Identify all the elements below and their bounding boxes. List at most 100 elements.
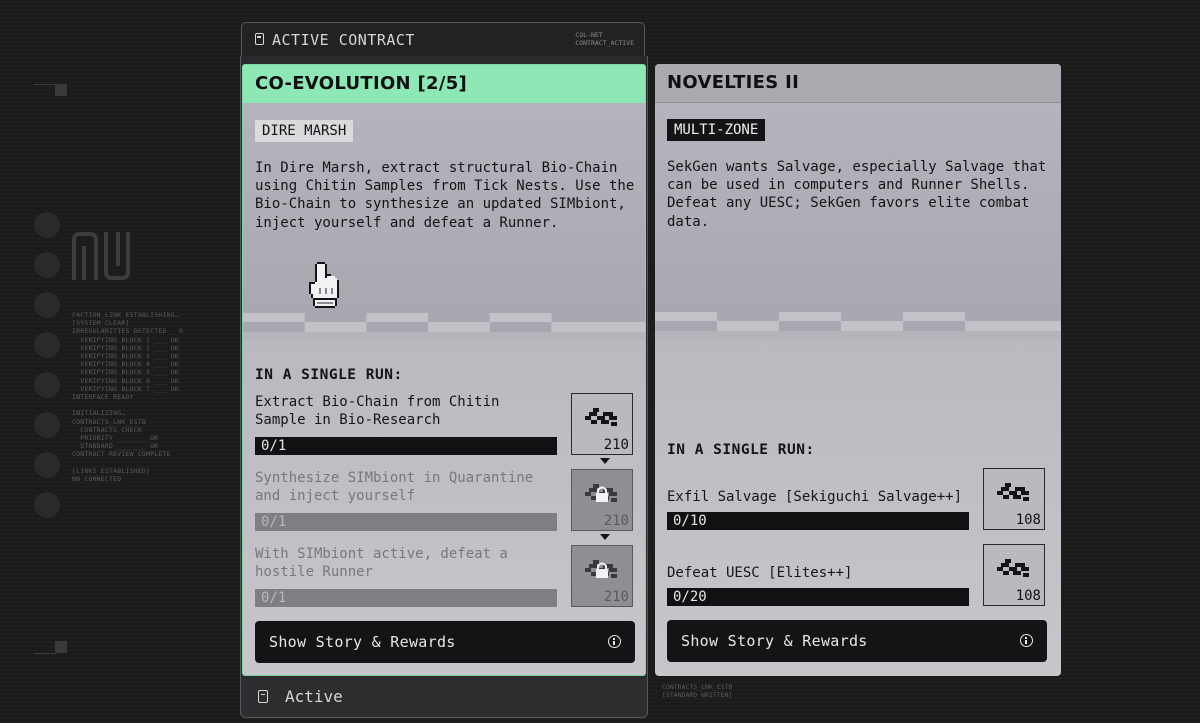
decor-square (55, 641, 67, 653)
reward-value: 210 (603, 589, 629, 605)
contract-description: In Dire Marsh, extract structural Bio-Ch… (255, 160, 635, 231)
task-label: Synthesize SIMbiont in Quarantine and in… (255, 470, 534, 504)
reward-chip-icon (997, 483, 1029, 501)
system-log-line: INITIALIZING… (72, 409, 126, 418)
task-row: Extract Bio-Chain from Chitin Sample in … (255, 393, 633, 455)
task-label: With SIMbiont active, defeat a hostile R… (255, 546, 508, 580)
system-log-line: VERIFYING BLOCK 2 ___ OK (72, 343, 179, 352)
decor-line (34, 84, 56, 85)
system-log-line: VERIFYING BLOCK 3 ___ OK (72, 352, 179, 361)
system-log-line: PRIORITY _______ OK (72, 434, 159, 443)
info-icon (608, 635, 621, 648)
decor-dot (34, 412, 60, 438)
task-progress: 0/10 (667, 512, 969, 530)
lock-icon (596, 562, 608, 578)
task-row: With SIMbiont active, defeat a hostile R… (255, 545, 633, 607)
card-header: NOVELTIES II (655, 64, 1061, 103)
contract-title: NOVELTIES II (667, 72, 800, 93)
arrow-down-icon (600, 458, 610, 464)
decor-dot (34, 292, 60, 318)
active-contract-title: ACTIVE CONTRACT (272, 31, 415, 49)
reward-chip-icon (585, 560, 617, 578)
reward-chip-icon (585, 408, 617, 426)
show-story-rewards-button[interactable]: Show Story & Rewards (667, 620, 1047, 662)
decor-dot (34, 452, 60, 478)
decor-dot (34, 332, 60, 358)
task-label: Extract Bio-Chain from Chitin Sample in … (255, 394, 500, 428)
system-log-line: VERIFYING BLOCK 7 ___ OK (72, 384, 179, 393)
show-story-rewards-button[interactable]: Show Story & Rewards (255, 621, 635, 663)
decor-dot (34, 212, 60, 238)
task-progress: 0/20 (667, 588, 969, 606)
contract-card-novelties[interactable]: NOVELTIES II MULTI-ZONE SekGen wants Sal… (655, 64, 1061, 676)
task-label: Exfil Salvage [Sekiguchi Salvage++] (667, 489, 963, 505)
system-log-line: IRREGULARITIES DETECTED _ 0 (72, 327, 184, 336)
reward-value: 210 (603, 513, 629, 529)
system-log-line: [SYSTEM CLEAR] (72, 319, 130, 328)
footer-line: [STANDARD WRITTEN] (662, 691, 733, 699)
footer-status-text: CONTRACTS_LNK_ESTB [STANDARD WRITTEN] (662, 683, 732, 699)
lock-icon (596, 486, 608, 502)
decor-square (55, 84, 67, 96)
section-label: IN A SINGLE RUN: (255, 367, 403, 383)
pixel-divider (655, 312, 1061, 340)
reward-value: 210 (603, 437, 629, 453)
contract-doc-icon (258, 690, 268, 703)
section-label: IN A SINGLE RUN: (667, 442, 815, 458)
system-log-line: CONTRACTS_LNK_ESTB (72, 417, 147, 426)
hand-cursor-icon (309, 262, 339, 308)
reward-box-locked[interactable]: 210 (571, 469, 633, 531)
system-log-line (72, 459, 183, 467)
system-log-line: [LINKS ESTABLISHED] (72, 466, 151, 475)
task-row: Defeat UESC [Elites++] 0/20 108 (667, 544, 1045, 606)
system-log-line: NN CONNECTED (72, 475, 122, 484)
system-log-line: CONTRACT REVIEW COMPLETE (72, 450, 171, 459)
zone-tag: MULTI-ZONE (667, 119, 766, 141)
task-row: Exfil Salvage [Sekiguchi Salvage++] 0/10… (667, 468, 1045, 530)
button-label: Show Story & Rewards (269, 633, 456, 651)
system-log-line: STANDARD _______ OK (72, 442, 159, 451)
system-log-line: CONTRACTS CHECK (72, 425, 142, 434)
button-label: Show Story & Rewards (681, 632, 868, 650)
system-log-line: VERIFYING BLOCK 6 ___ OK (72, 376, 179, 385)
reward-value: 108 (1015, 512, 1041, 528)
reward-chip-icon (997, 559, 1029, 577)
pixel-divider (243, 313, 645, 341)
decor-dot (34, 252, 60, 278)
faction-logo-icon (72, 232, 130, 280)
decor-dot (34, 492, 60, 518)
decor-line (34, 653, 56, 654)
reward-chip-icon (585, 484, 617, 502)
header-meta-line: COL-NET (575, 31, 603, 39)
contract-card-co-evolution[interactable]: CO-EVOLUTION [2/5] DIRE MARSH In Dire Ma… (242, 64, 646, 676)
footer-line: CONTRACTS_LNK_ESTB (662, 683, 733, 691)
reward-box[interactable]: 108 (983, 544, 1045, 606)
header-meta-line: CONTRACT_ACTIVE (575, 39, 634, 47)
contract-title: CO-EVOLUTION [2/5] (255, 73, 468, 94)
decor-dot (34, 372, 60, 398)
zone-tag: DIRE MARSH (255, 120, 354, 142)
active-contract-tab: ACTIVE CONTRACT COL-NET CONTRACT_ACTIVE (241, 22, 645, 56)
system-log-line: INTERFACE READY (72, 393, 134, 402)
reward-box[interactable]: 210 (571, 393, 633, 455)
system-log-line (72, 401, 183, 409)
task-row: Synthesize SIMbiont in Quarantine and in… (255, 469, 633, 531)
contract-doc-icon (255, 33, 264, 45)
active-status-label: Active (285, 687, 343, 706)
info-icon (1020, 634, 1033, 647)
contract-description: SekGen wants Salvage, especially Salvage… (667, 159, 1047, 230)
reward-box-locked[interactable]: 210 (571, 545, 633, 607)
reward-value: 108 (1015, 588, 1041, 604)
reward-box[interactable]: 108 (983, 468, 1045, 530)
card-header: CO-EVOLUTION [2/5] (243, 65, 645, 103)
arrow-down-icon (600, 534, 610, 540)
system-log-line: VERIFYING BLOCK 4 ___ OK (72, 360, 179, 369)
task-progress: 0/1 (255, 437, 557, 455)
system-log-line: FACTION_LINK ESTABLISHING… (72, 311, 179, 319)
system-log: FACTION_LINK ESTABLISHING… [SYSTEM CLEAR]… (72, 311, 183, 483)
task-progress: 0/1 (255, 589, 557, 607)
system-log-line: VERIFYING BLOCK 5 ___ OK (72, 368, 179, 377)
task-label: Defeat UESC [Elites++] (667, 565, 853, 581)
header-meta: COL-NET CONTRACT_ACTIVE (575, 31, 634, 47)
system-log-line: VERIFYING BLOCK 1 ___ OK (72, 335, 179, 344)
